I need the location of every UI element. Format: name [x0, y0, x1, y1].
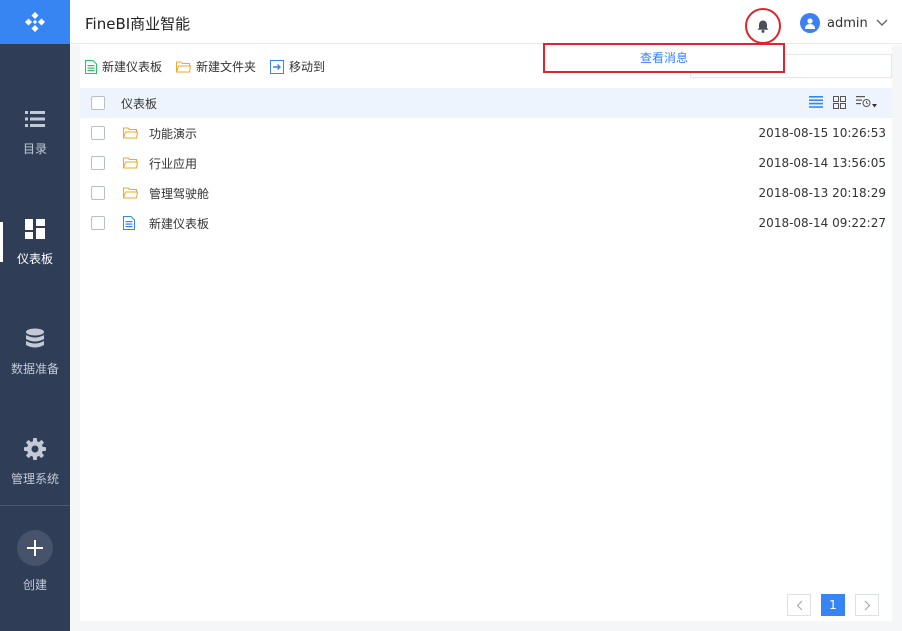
user-icon [805, 18, 815, 29]
list-icon [24, 108, 46, 130]
top-header: FineBI商业智能 admin [70, 0, 902, 44]
create-label: 创建 [22, 578, 47, 592]
plus-icon [17, 530, 53, 566]
content-panel: 新建仪表板 新建文件夹 移动到 仪表板 功能演示 2018-08-15 10:2… [80, 45, 892, 621]
next-page-button[interactable] [855, 594, 879, 616]
move-to-label: 移动到 [289, 60, 326, 74]
list-view-icon[interactable] [809, 96, 823, 108]
sidebar-item-label: 目录 [22, 141, 47, 156]
list-item[interactable]: 管理驾驶舱 2018-08-13 20:18:29 [80, 178, 892, 208]
sidebar: 目录 仪表板 数据准备 管理系统 创建 [0, 0, 70, 631]
view-switcher [799, 95, 878, 109]
sidebar-item-data-prep[interactable]: 数据准备 [0, 297, 70, 407]
chevron-right-icon [864, 600, 870, 610]
item-time: 2018-08-14 09:22:27 [758, 216, 886, 230]
list-item[interactable]: 新建仪表板 2018-08-14 09:22:27 [80, 208, 892, 238]
move-to-button[interactable]: 移动到 [270, 58, 325, 75]
row-checkbox[interactable] [91, 126, 105, 140]
item-name: 管理驾驶舱 [149, 186, 210, 201]
folder-icon [123, 155, 139, 171]
view-messages-popup[interactable]: 查看消息 [543, 43, 785, 73]
main-area: 新建仪表板 新建文件夹 移动到 仪表板 功能演示 2018-08-15 10:2… [70, 45, 902, 631]
move-icon [270, 59, 285, 74]
bell-icon [757, 20, 769, 33]
new-dashboard-icon [85, 59, 97, 74]
row-checkbox[interactable] [91, 156, 105, 170]
grid-view-icon[interactable] [833, 95, 846, 109]
folder-icon [123, 125, 139, 141]
app-title: FineBI商业智能 [85, 15, 191, 33]
database-icon [24, 328, 46, 350]
new-folder-button[interactable]: 新建文件夹 [176, 58, 256, 75]
item-name: 行业应用 [149, 156, 198, 171]
new-folder-label: 新建文件夹 [196, 60, 257, 74]
view-messages-label: 查看消息 [639, 51, 688, 65]
page-number-button[interactable]: 1 [821, 594, 845, 616]
toolbar: 新建仪表板 新建文件夹 移动到 [85, 58, 339, 75]
new-dashboard-button[interactable]: 新建仪表板 [85, 58, 162, 75]
sidebar-item-label: 仪表板 [16, 251, 53, 266]
list-item[interactable]: 功能演示 2018-08-15 10:26:53 [80, 118, 892, 148]
item-time: 2018-08-13 20:18:29 [758, 186, 886, 200]
item-time: 2018-08-15 10:26:53 [758, 126, 886, 140]
row-checkbox[interactable] [91, 216, 105, 230]
list-header: 仪表板 [80, 88, 892, 118]
notification-button[interactable] [745, 8, 781, 44]
sidebar-item-label: 管理系统 [10, 471, 59, 486]
prev-page-button[interactable] [787, 594, 811, 616]
dashboard-icon [24, 218, 46, 240]
user-menu[interactable]: admin [800, 13, 888, 33]
avatar [800, 13, 820, 33]
sort-icon[interactable] [856, 95, 878, 109]
logo-icon [25, 12, 45, 32]
username: admin [827, 15, 868, 31]
folder-icon [123, 185, 139, 201]
gear-icon [24, 437, 46, 460]
dashboard-file-icon [123, 215, 139, 231]
chevron-down-icon [876, 16, 888, 31]
logo[interactable] [0, 0, 70, 44]
chevron-left-icon [796, 600, 802, 610]
item-name: 新建仪表板 [149, 216, 210, 231]
folder-icon [176, 61, 192, 72]
item-name: 功能演示 [149, 126, 198, 141]
sidebar-item-admin[interactable]: 管理系统 [0, 407, 70, 517]
sidebar-item-label: 数据准备 [10, 361, 59, 376]
select-all-checkbox[interactable] [91, 96, 105, 110]
new-dashboard-label: 新建仪表板 [102, 60, 163, 74]
list-header-label: 仪表板 [121, 96, 158, 111]
pagination: 1 [787, 594, 889, 616]
create-button[interactable]: 创建 [0, 530, 70, 593]
sidebar-item-catalog[interactable]: 目录 [0, 77, 70, 187]
row-checkbox[interactable] [91, 186, 105, 200]
sidebar-divider [0, 505, 70, 506]
sidebar-item-dashboard[interactable]: 仪表板 [0, 187, 70, 297]
list-item[interactable]: 行业应用 2018-08-14 13:56:05 [80, 148, 892, 178]
item-time: 2018-08-14 13:56:05 [758, 156, 886, 170]
